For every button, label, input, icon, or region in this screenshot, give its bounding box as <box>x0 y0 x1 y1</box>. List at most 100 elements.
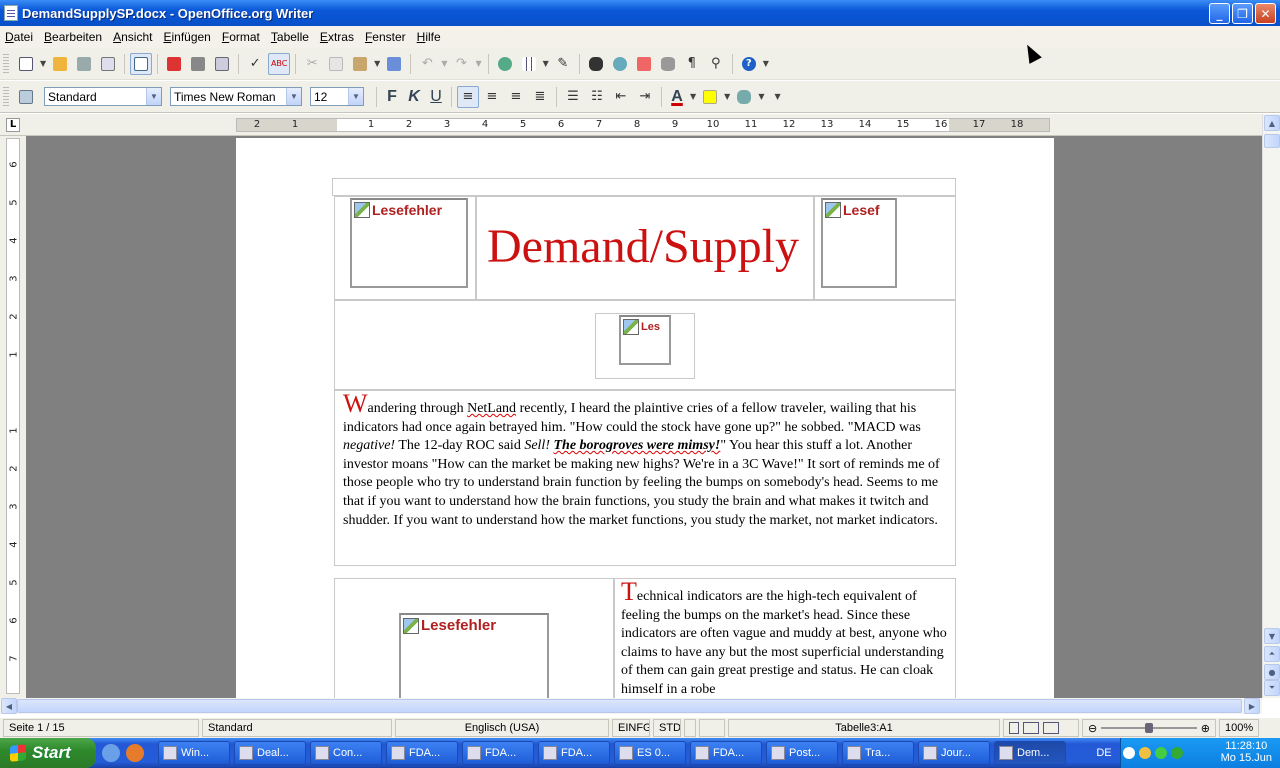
email-icon[interactable] <box>97 53 119 75</box>
menu-extras[interactable]: Extras <box>315 30 360 44</box>
zoom-track[interactable] <box>1101 723 1197 733</box>
decrease-indent-icon[interactable]: ⇤ <box>610 86 632 108</box>
navigator-icon[interactable] <box>609 53 631 75</box>
zoom-thumb[interactable] <box>1145 723 1154 733</box>
document-page[interactable]: Lesefehler Demand/Supply Lesef Les Wande… <box>236 138 1054 698</box>
start-button[interactable]: Start <box>0 738 96 768</box>
data-sources-icon[interactable] <box>657 53 679 75</box>
toolbar-options-icon[interactable]: ▼ <box>763 59 769 68</box>
zoom-level[interactable]: 100% <box>1219 719 1259 737</box>
table-cell-right-image[interactable]: Lesef <box>814 196 956 300</box>
title-bar[interactable]: DemandSupplySP.docx - OpenOffice.org Wri… <box>0 0 1280 26</box>
menu-tabelle[interactable]: Tabelle <box>266 30 315 44</box>
justify-icon[interactable]: ≣ <box>529 86 551 108</box>
redo-dropdown-icon[interactable]: ▼ <box>475 59 481 68</box>
language-status[interactable]: Englisch (USA) <box>395 719 609 737</box>
taskbar-item[interactable]: FDA... <box>538 741 610 765</box>
taskbar-item[interactable]: Con... <box>310 741 382 765</box>
print-icon[interactable] <box>187 53 209 75</box>
taskbar-item[interactable]: Win... <box>158 741 230 765</box>
chevron-down-icon[interactable]: ▼ <box>286 88 301 105</box>
taskbar-item-active[interactable]: Dem... <box>994 741 1066 765</box>
vertical-ruler-track[interactable]: 6 5 4 3 2 1 1 2 3 4 5 6 7 <box>6 138 20 694</box>
numbering-icon[interactable]: ☰ <box>562 86 584 108</box>
taskbar-item[interactable]: Jour... <box>918 741 990 765</box>
zoom-out-icon[interactable]: ⊖ <box>1088 722 1097 735</box>
zoom-in-icon[interactable]: ⊕ <box>1201 722 1210 735</box>
image-placeholder[interactable]: Lesefehler <box>350 198 468 288</box>
align-left-icon[interactable]: ≡ <box>457 85 479 108</box>
italic-button[interactable]: K <box>403 86 425 108</box>
menu-einfuegen[interactable]: Einfügen <box>158 30 216 44</box>
chevron-down-icon[interactable]: ▼ <box>348 88 363 105</box>
table-cell-center-image[interactable]: Les <box>334 300 956 390</box>
print-preview-icon[interactable] <box>211 53 233 75</box>
save-icon[interactable] <box>73 53 95 75</box>
new-document-icon[interactable] <box>15 53 37 75</box>
underline-button[interactable]: U <box>425 86 447 108</box>
table-cell-empty[interactable] <box>332 178 956 196</box>
horizontal-scrollbar[interactable]: ◀ ▶ <box>0 698 1262 714</box>
tab-stop-selector[interactable]: L <box>6 118 20 132</box>
font-name-select[interactable]: Times New Roman ▼ <box>170 87 302 106</box>
menu-bearbeiten[interactable]: Bearbeiten <box>39 30 108 44</box>
styles-formatting-icon[interactable] <box>15 86 37 108</box>
quicklaunch-firefox-icon[interactable] <box>126 744 144 762</box>
export-pdf-icon[interactable] <box>163 53 185 75</box>
table-icon[interactable] <box>518 53 540 75</box>
background-color-icon[interactable] <box>733 86 755 108</box>
redo-icon[interactable]: ↷ <box>450 53 472 75</box>
scroll-down-icon[interactable]: ▼ <box>1264 628 1280 644</box>
digital-signature-indicator[interactable] <box>699 719 725 737</box>
table-cell-paragraph[interactable]: Wandering through NetLand recently, I he… <box>334 390 956 566</box>
draw-functions-icon[interactable]: ✎ <box>552 53 574 75</box>
paragraph-style-select[interactable]: Standard ▼ <box>44 87 162 106</box>
find-replace-icon[interactable] <box>585 53 607 75</box>
horizontal-scroll-thumb[interactable] <box>17 699 1242 713</box>
scroll-thumb[interactable] <box>1264 134 1280 148</box>
cut-icon[interactable]: ✂ <box>301 53 323 75</box>
menu-datei[interactable]: Datei <box>0 30 39 44</box>
copy-icon[interactable] <box>325 53 347 75</box>
toolbar-grip[interactable] <box>3 86 9 107</box>
previous-page-icon[interactable]: ⏶ <box>1264 646 1280 662</box>
taskbar-item[interactable]: FDA... <box>462 741 534 765</box>
highlighting-icon[interactable] <box>699 86 721 108</box>
horizontal-ruler[interactable]: L 2 1 1 2 3 4 5 6 7 8 9 10 11 12 13 14 1… <box>0 114 1280 136</box>
background-dropdown-icon[interactable]: ▼ <box>758 92 764 101</box>
paste-icon[interactable] <box>349 53 371 75</box>
single-page-view-icon[interactable] <box>1009 722 1019 734</box>
table-cell-left-image[interactable]: Lesefehler <box>334 196 476 300</box>
scroll-left-icon[interactable]: ◀ <box>1 698 17 714</box>
new-dropdown-icon[interactable]: ▼ <box>40 59 46 68</box>
bold-button[interactable]: F <box>381 86 403 108</box>
next-page-icon[interactable]: ⏷ <box>1264 680 1280 696</box>
highlighting-dropdown-icon[interactable]: ▼ <box>724 92 730 101</box>
bullets-icon[interactable]: ☷ <box>586 86 608 108</box>
tray-hand-icon[interactable] <box>1139 747 1151 759</box>
taskbar-item[interactable]: FDA... <box>690 741 762 765</box>
autospellcheck-icon[interactable]: ABC <box>268 52 291 75</box>
image-placeholder[interactable]: Les <box>619 315 671 365</box>
selection-mode[interactable]: STD <box>653 719 681 737</box>
quicklaunch-ie-icon[interactable] <box>102 744 120 762</box>
vertical-scrollbar[interactable]: ▲ ▼ ⏶ ● ⏷ <box>1262 114 1280 698</box>
spellcheck-icon[interactable]: ✓ <box>244 53 266 75</box>
font-size-select[interactable]: 12 ▼ <box>310 87 364 106</box>
scroll-right-icon[interactable]: ▶ <box>1244 698 1260 714</box>
toolbar-grip[interactable] <box>3 53 9 74</box>
tray-app-icon[interactable] <box>1171 747 1183 759</box>
clock[interactable]: 11:28:10 Mo 15.Jun <box>1221 740 1272 764</box>
undo-dropdown-icon[interactable]: ▼ <box>441 59 447 68</box>
table-dropdown-icon[interactable]: ▼ <box>543 59 549 68</box>
table-cell-bottom-image[interactable]: Lesefehler <box>334 578 614 698</box>
book-view-icon[interactable] <box>1043 722 1059 734</box>
edit-mode-icon[interactable] <box>130 52 153 75</box>
font-color-icon[interactable]: A <box>666 86 688 108</box>
misspelled-word[interactable]: NetLand <box>467 401 516 416</box>
vertical-ruler[interactable]: 6 5 4 3 2 1 1 2 3 4 5 6 7 <box>0 136 26 698</box>
align-center-icon[interactable]: ≡ <box>481 86 503 108</box>
document-area[interactable]: Lesefehler Demand/Supply Lesef Les Wande… <box>26 136 1262 698</box>
font-color-dropdown-icon[interactable]: ▼ <box>690 92 696 101</box>
help-icon[interactable]: ? <box>738 53 760 75</box>
